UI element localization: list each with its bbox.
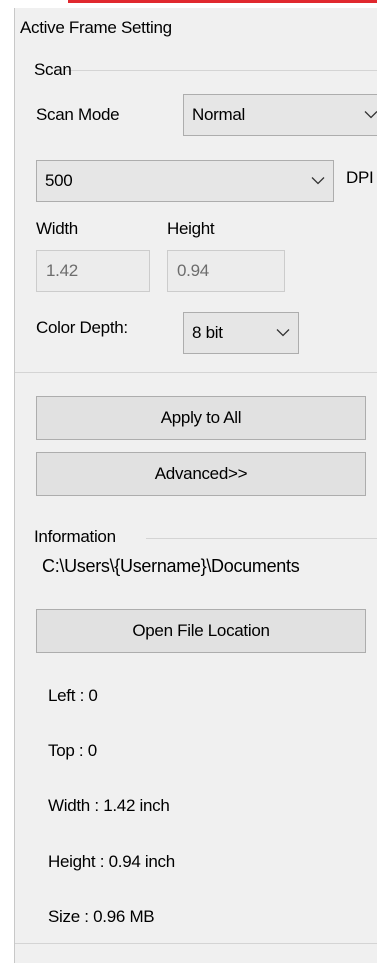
open-file-location-button[interactable]: Open File Location — [36, 609, 366, 653]
scan-mode-label: Scan Mode — [36, 105, 120, 124]
info-top: Top : 0 — [48, 741, 97, 760]
height-label: Height — [167, 219, 215, 238]
chevron-down-icon — [276, 329, 290, 337]
height-value: 0.94 — [177, 261, 209, 280]
color-depth-dropdown[interactable]: 8 bit — [183, 312, 299, 354]
panel-title: Active Frame Setting — [20, 18, 172, 37]
highlight-bar — [68, 0, 377, 3]
advanced-button[interactable]: Advanced>> — [36, 452, 366, 496]
dpi-dropdown[interactable]: 500 — [36, 160, 334, 202]
apply-to-all-button[interactable]: Apply to All — [36, 396, 366, 440]
chevron-down-icon — [364, 111, 377, 119]
window-top-strip — [0, 0, 377, 8]
dpi-value: 500 — [45, 171, 73, 190]
color-depth-label: Color Depth: — [36, 318, 128, 337]
scan-group-label: Scan — [34, 60, 72, 79]
scan-mode-value: Normal — [192, 105, 245, 124]
information-group-label: Information — [34, 527, 116, 546]
width-value: 1.42 — [46, 261, 78, 280]
information-group-line — [146, 538, 377, 539]
scan-group-line — [66, 70, 377, 71]
width-field[interactable]: 1.42 — [36, 250, 150, 292]
info-left: Left : 0 — [48, 686, 98, 705]
info-width: Width : 1.42 inch — [48, 796, 170, 815]
file-path: C:\Users\{Username}\Documents — [42, 556, 300, 576]
info-height: Height : 0.94 inch — [48, 852, 175, 871]
height-field[interactable]: 0.94 — [167, 250, 285, 292]
information-group-divider — [15, 943, 377, 944]
scan-group-divider — [15, 372, 377, 373]
info-size: Size : 0.96 MB — [48, 907, 155, 926]
width-label: Width — [36, 219, 78, 238]
scan-mode-dropdown[interactable]: Normal — [183, 94, 377, 136]
chevron-down-icon — [311, 177, 325, 185]
color-depth-value: 8 bit — [192, 323, 223, 342]
dpi-label: DPI — [346, 168, 374, 187]
